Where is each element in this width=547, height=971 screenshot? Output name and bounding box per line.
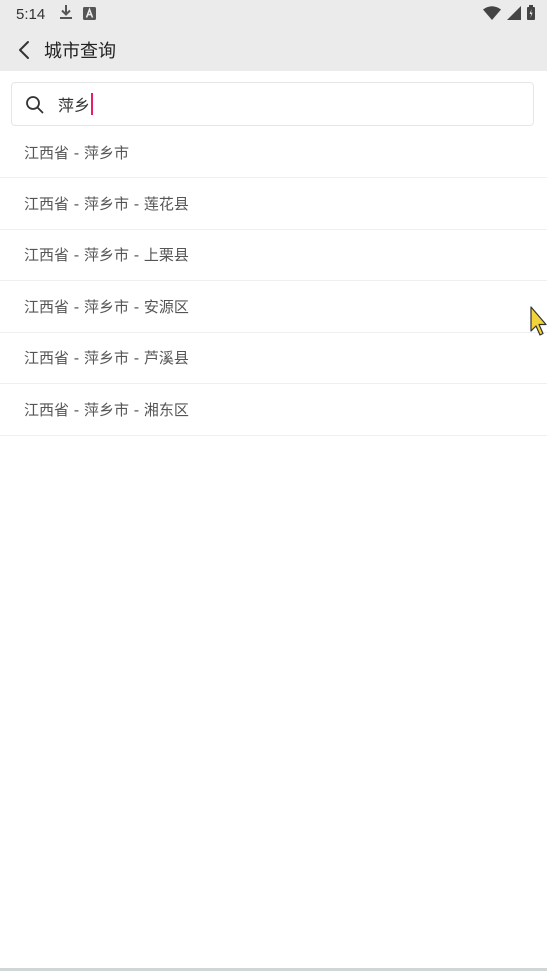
download-icon [59, 4, 73, 24]
list-item[interactable]: 江西省 - 萍乡市 - 上栗县 [0, 230, 547, 281]
battery-icon [527, 4, 535, 24]
a-badge-icon [83, 5, 97, 24]
search-input-value: 萍乡 [58, 96, 91, 115]
list-item-label: 江西省 - 萍乡市 - 上栗县 [24, 246, 189, 265]
search-input[interactable]: 萍乡 [44, 92, 94, 116]
signal-icon [507, 5, 521, 24]
status-right-icons [483, 4, 535, 24]
search-icon [24, 94, 44, 114]
pointer-cursor-icon [529, 305, 547, 339]
status-left-icons [59, 4, 97, 24]
search-box[interactable]: 萍乡 [11, 82, 534, 126]
list-item[interactable]: 江西省 - 萍乡市 [0, 127, 547, 178]
app-bar: 城市查询 [0, 28, 547, 71]
list-item-label: 江西省 - 萍乡市 [24, 143, 129, 162]
result-list: 江西省 - 萍乡市 江西省 - 萍乡市 - 莲花县 江西省 - 萍乡市 - 上栗… [0, 127, 547, 436]
text-caret [91, 93, 94, 115]
wifi-icon [483, 5, 501, 24]
list-item[interactable]: 江西省 - 萍乡市 - 芦溪县 [0, 333, 547, 384]
back-button[interactable] [14, 38, 34, 62]
list-item-label: 江西省 - 萍乡市 - 安源区 [24, 297, 189, 316]
list-item-label: 江西省 - 萍乡市 - 芦溪县 [24, 349, 189, 368]
chevron-left-icon [19, 40, 29, 59]
list-item[interactable]: 江西省 - 萍乡市 - 湘东区 [0, 384, 547, 436]
status-time: 5:14 [16, 5, 46, 23]
list-item[interactable]: 江西省 - 萍乡市 - 安源区 [0, 281, 547, 333]
status-bar: 5:14 [0, 0, 547, 28]
list-item-label: 江西省 - 萍乡市 - 湘东区 [24, 400, 189, 419]
list-item-label: 江西省 - 萍乡市 - 莲花县 [24, 194, 189, 213]
page-title: 城市查询 [44, 40, 116, 62]
list-item[interactable]: 江西省 - 萍乡市 - 莲花县 [0, 178, 547, 230]
